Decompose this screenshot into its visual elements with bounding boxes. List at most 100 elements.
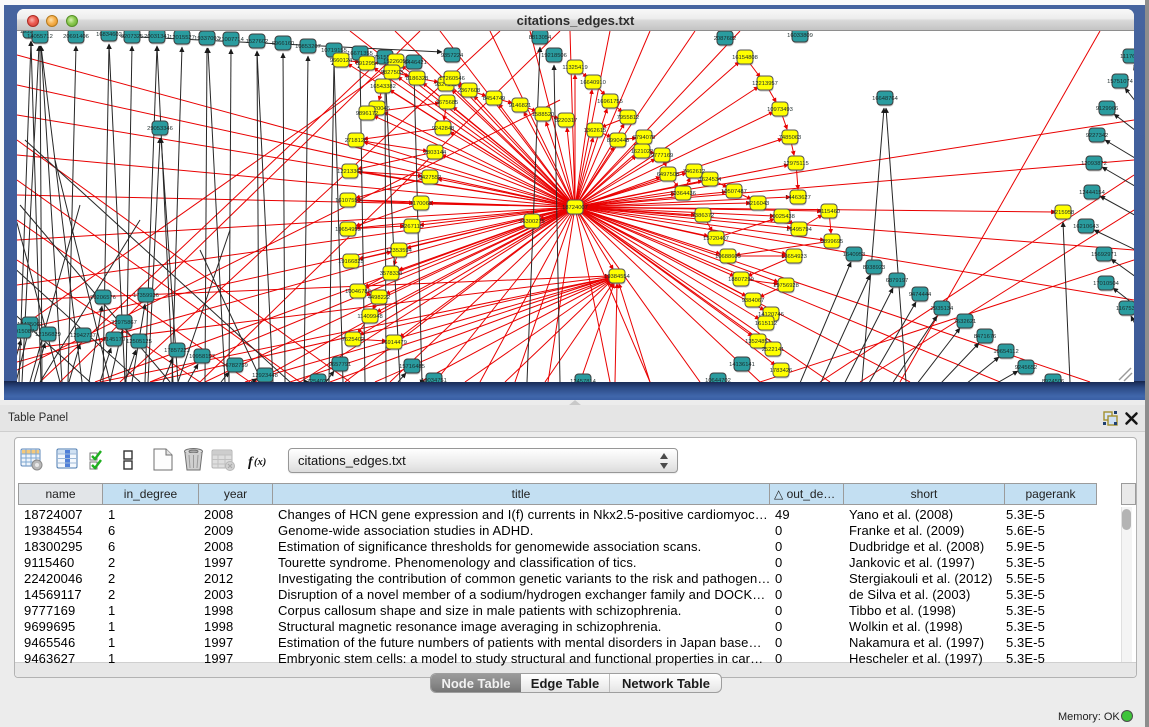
svg-text:18724007: 18724007 [562, 205, 588, 211]
svg-text:9129966: 9129966 [1096, 106, 1119, 112]
svg-text:10853267: 10853267 [295, 44, 321, 50]
svg-text:10025438: 10025438 [769, 214, 795, 220]
svg-text:9899695: 9899695 [821, 239, 844, 245]
svg-text:17260546: 17260546 [439, 76, 465, 82]
svg-text:1117602: 1117602 [1120, 54, 1134, 60]
svg-text:11325419: 11325419 [562, 65, 587, 71]
svg-text:29053346: 29053346 [147, 126, 173, 132]
svg-text:1362615: 1362615 [584, 128, 607, 134]
svg-text:9660124: 9660124 [330, 58, 353, 64]
svg-text:12093872: 12093872 [1081, 161, 1107, 167]
svg-text:12444154: 12444154 [1079, 190, 1106, 196]
svg-text:3915087: 3915087 [17, 329, 34, 335]
svg-text:2522141: 2522141 [762, 347, 785, 353]
svg-text:9242848: 9242848 [432, 126, 455, 132]
svg-text:6794078: 6794078 [633, 135, 656, 141]
svg-text:17359936: 17359936 [133, 293, 159, 299]
svg-text:8924506: 8924506 [1042, 379, 1065, 382]
svg-text:19218506: 19218506 [541, 53, 567, 59]
svg-text:8471676: 8471676 [974, 334, 997, 340]
svg-text:14055712: 14055712 [27, 34, 53, 40]
svg-text:12923448: 12923448 [252, 373, 278, 379]
svg-text:16782759: 16782759 [222, 363, 248, 369]
svg-text:20206576: 20206576 [90, 295, 116, 301]
svg-text:16961755: 16961755 [597, 99, 623, 105]
svg-text:16648764: 16648764 [872, 96, 899, 102]
svg-text:7485063: 7485063 [779, 135, 802, 141]
svg-text:17010504: 17010504 [1093, 281, 1120, 287]
svg-text:9474444: 9474444 [909, 292, 932, 298]
svg-text:9115460: 9115460 [818, 209, 840, 215]
svg-text:15720407: 15720407 [703, 236, 729, 242]
svg-text:20364436: 20364436 [670, 191, 696, 197]
svg-text:9777169: 9777169 [651, 153, 674, 159]
svg-text:15226058: 15226058 [383, 59, 409, 65]
svg-text:12156829: 12156829 [35, 332, 61, 338]
svg-text:8813054: 8813054 [529, 35, 552, 41]
svg-text:1167534: 1167534 [1116, 306, 1134, 312]
svg-text:20691406: 20691406 [63, 34, 89, 40]
svg-text:19384554: 19384554 [604, 274, 631, 280]
svg-text:10644702: 10644702 [705, 378, 731, 382]
svg-text:16107553: 16107553 [335, 198, 361, 204]
svg-text:9896172: 9896172 [356, 111, 379, 117]
svg-text:8220317: 8220317 [555, 118, 578, 124]
svg-text:7386372: 7386372 [692, 213, 715, 219]
svg-text:16154808: 16154808 [732, 55, 758, 61]
svg-text:6879197: 6879197 [886, 278, 909, 284]
svg-text:8186328: 8186328 [406, 76, 429, 82]
svg-text:9427552: 9427552 [419, 175, 442, 181]
svg-text:10958157: 10958157 [189, 354, 215, 360]
svg-text:16834602: 16834602 [96, 32, 122, 38]
svg-text:9207325: 9207325 [121, 34, 144, 40]
svg-text:13654923: 13654923 [781, 254, 807, 260]
svg-text:6966160: 6966160 [272, 41, 295, 47]
svg-text:16543382: 16543382 [370, 84, 396, 90]
svg-text:9357224: 9357224 [441, 53, 464, 59]
svg-text:9245652: 9245652 [1015, 365, 1038, 371]
svg-text:7955812: 7955812 [617, 115, 640, 121]
svg-text:1170063: 1170063 [410, 201, 432, 207]
svg-text:2803144: 2803144 [424, 150, 447, 156]
svg-text:19756928: 19756928 [773, 283, 799, 289]
svg-text:1624534: 1624534 [699, 177, 722, 183]
svg-text:8912954: 8912954 [356, 61, 379, 67]
svg-text:16495794: 16495794 [786, 227, 813, 233]
svg-text:15716485: 15716485 [399, 364, 425, 370]
svg-text:3578334: 3578334 [380, 271, 403, 277]
svg-text:19337093: 19337093 [194, 36, 220, 42]
svg-text:1640953: 1640953 [843, 252, 866, 258]
svg-text:1588520: 1588520 [532, 112, 555, 118]
svg-text:1783426: 1783426 [770, 368, 793, 374]
svg-text:8990448: 8990448 [607, 138, 630, 144]
svg-text:1527602: 1527602 [246, 39, 269, 45]
svg-text:3267110: 3267110 [401, 224, 423, 230]
svg-text:1615112: 1615112 [755, 321, 777, 327]
svg-text:10654112: 10654112 [993, 349, 1018, 355]
svg-text:2935134: 2935134 [931, 306, 954, 312]
svg-text:11409948: 11409948 [357, 314, 382, 320]
svg-text:7254026: 7254026 [307, 379, 330, 382]
svg-text:2718126: 2718126 [345, 138, 368, 144]
svg-text:4498222: 4498222 [368, 295, 391, 301]
svg-text:32975867: 32975867 [111, 320, 137, 326]
svg-text:16033809: 16033809 [787, 33, 813, 39]
svg-text:16210643: 16210643 [1073, 224, 1099, 230]
svg-text:8938923: 8938923 [863, 265, 886, 271]
svg-text:21007714: 21007714 [218, 37, 245, 43]
svg-text:2087682: 2087682 [714, 36, 737, 42]
svg-text:19034751: 19034751 [421, 378, 447, 382]
svg-text:12942737: 12942737 [70, 333, 96, 339]
svg-text:1145170: 1145170 [103, 337, 125, 343]
svg-text:12975115: 12975115 [783, 161, 808, 167]
svg-text:9827503: 9827503 [381, 70, 404, 76]
svg-text:6497508: 6497508 [657, 172, 680, 178]
svg-text:9227342: 9227342 [1086, 133, 1109, 139]
svg-text:8215958: 8215958 [1052, 210, 1075, 216]
svg-text:14463627: 14463627 [785, 195, 811, 201]
svg-text:7625402: 7625402 [342, 337, 365, 343]
svg-text:10688609: 10688609 [715, 254, 741, 260]
svg-text:12457814: 12457814 [570, 379, 597, 382]
svg-text:10507487: 10507487 [721, 189, 747, 195]
svg-text:8454749: 8454749 [483, 96, 506, 102]
